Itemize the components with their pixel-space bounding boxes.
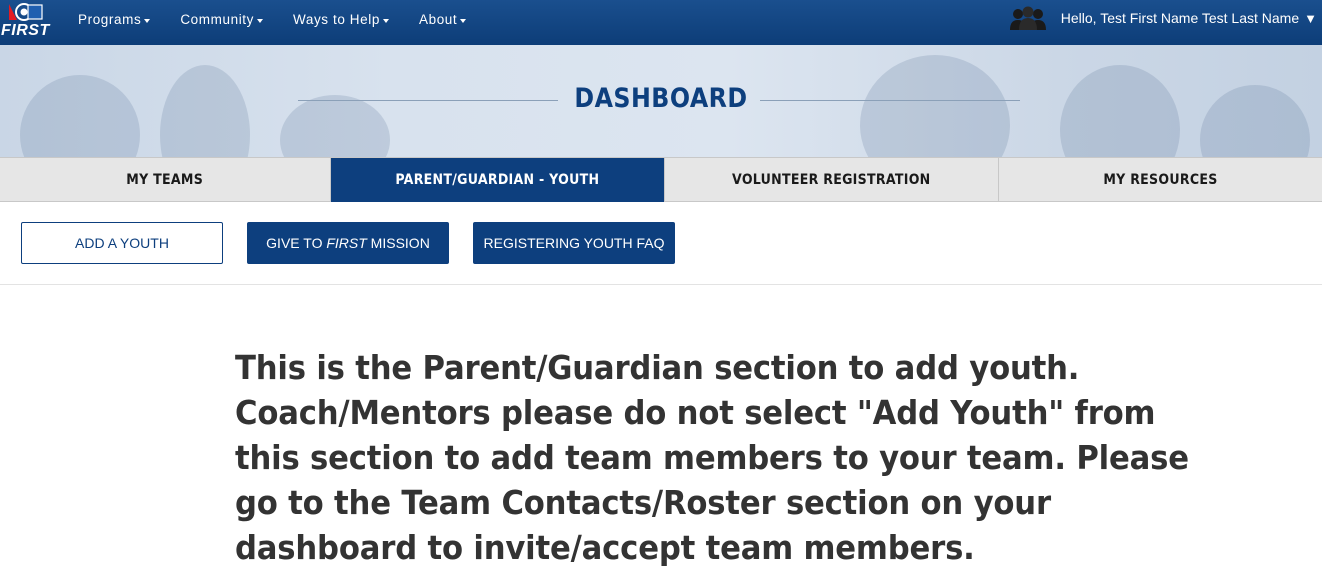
tab-volunteer-registration[interactable]: VOLUNTEER REGISTRATION xyxy=(665,158,999,202)
give-prefix-label: GIVE TO xyxy=(266,235,327,251)
add-youth-label: ADD A YOUTH xyxy=(75,235,169,251)
notice-line: this section to add team members to your… xyxy=(235,438,1189,477)
nav-community[interactable]: Community xyxy=(180,12,263,27)
give-to-first-mission-button[interactable]: GIVE TO FIRST MISSION xyxy=(247,222,449,264)
add-youth-button[interactable]: ADD A YOUTH xyxy=(21,222,223,264)
tab-my-resources[interactable]: MY RESOURCES xyxy=(999,158,1322,202)
nav-ways-to-help[interactable]: Ways to Help xyxy=(293,12,389,27)
parent-guardian-notice: This is the Parent/Guardian section to a… xyxy=(235,345,1189,570)
nav-ways-to-help-label: Ways to Help xyxy=(293,12,380,27)
tab-my-resources-label: MY RESOURCES xyxy=(1103,172,1218,188)
notice-line: dashboard to invite/accept team members. xyxy=(235,528,975,567)
caret-down-icon xyxy=(257,18,263,23)
caret-down-icon xyxy=(382,18,389,23)
registering-youth-faq-button[interactable]: REGISTERING YOUTH FAQ xyxy=(473,222,675,264)
tab-volunteer-registration-label: VOLUNTEER REGISTRATION xyxy=(732,172,931,188)
main-menu: Programs Community Ways to Help About xyxy=(78,12,496,27)
notice-line: Coach/Mentors please do not select "Add … xyxy=(235,393,1156,432)
page-title: DASHBOARD xyxy=(574,83,748,114)
nav-about[interactable]: About xyxy=(418,12,467,27)
action-bar: ADD A YOUTH GIVE TO FIRST MISSION REGIST… xyxy=(0,202,1322,285)
nav-programs-label: Programs xyxy=(78,12,142,27)
caret-down-icon xyxy=(460,18,467,23)
nav-programs[interactable]: Programs xyxy=(78,12,151,27)
tab-my-teams[interactable]: MY TEAMS xyxy=(0,158,331,202)
top-navbar: FIRST Programs Community Ways to Help Ab… xyxy=(0,0,1322,45)
give-emphasis-label: FIRST xyxy=(326,235,367,251)
nav-about-label: About xyxy=(418,12,458,27)
give-suffix-label: MISSION xyxy=(366,235,430,251)
user-greeting: Hello, Test First Name Test Last Name xyxy=(1060,10,1300,26)
tab-parent-guardian-youth-label: PARENT/GUARDIAN - YOUTH xyxy=(395,172,600,188)
notice-line: go to the Team Contacts/Roster section o… xyxy=(235,483,1051,522)
logo-text: FIRST xyxy=(1,22,50,39)
dashboard-tabs: MY TEAMS PARENT/GUARDIAN - YOUTH VOLUNTE… xyxy=(0,157,1322,202)
caret-down-icon xyxy=(144,18,151,23)
faq-label: REGISTERING YOUTH FAQ xyxy=(483,235,665,251)
dashboard-banner: DASHBOARD xyxy=(0,45,1322,157)
nav-community-label: Community xyxy=(180,12,254,27)
first-logo[interactable]: FIRST xyxy=(0,2,50,42)
tab-parent-guardian-youth[interactable]: PARENT/GUARDIAN - YOUTH xyxy=(331,158,665,202)
notice-line: This is the Parent/Guardian section to a… xyxy=(235,348,1080,387)
users-group-icon xyxy=(1009,6,1046,30)
tab-my-teams-label: MY TEAMS xyxy=(126,172,204,188)
dropdown-arrow-icon: ▼ xyxy=(1304,10,1317,26)
user-menu[interactable]: Hello, Test First Name Test Last Name ▼ xyxy=(1009,6,1317,30)
